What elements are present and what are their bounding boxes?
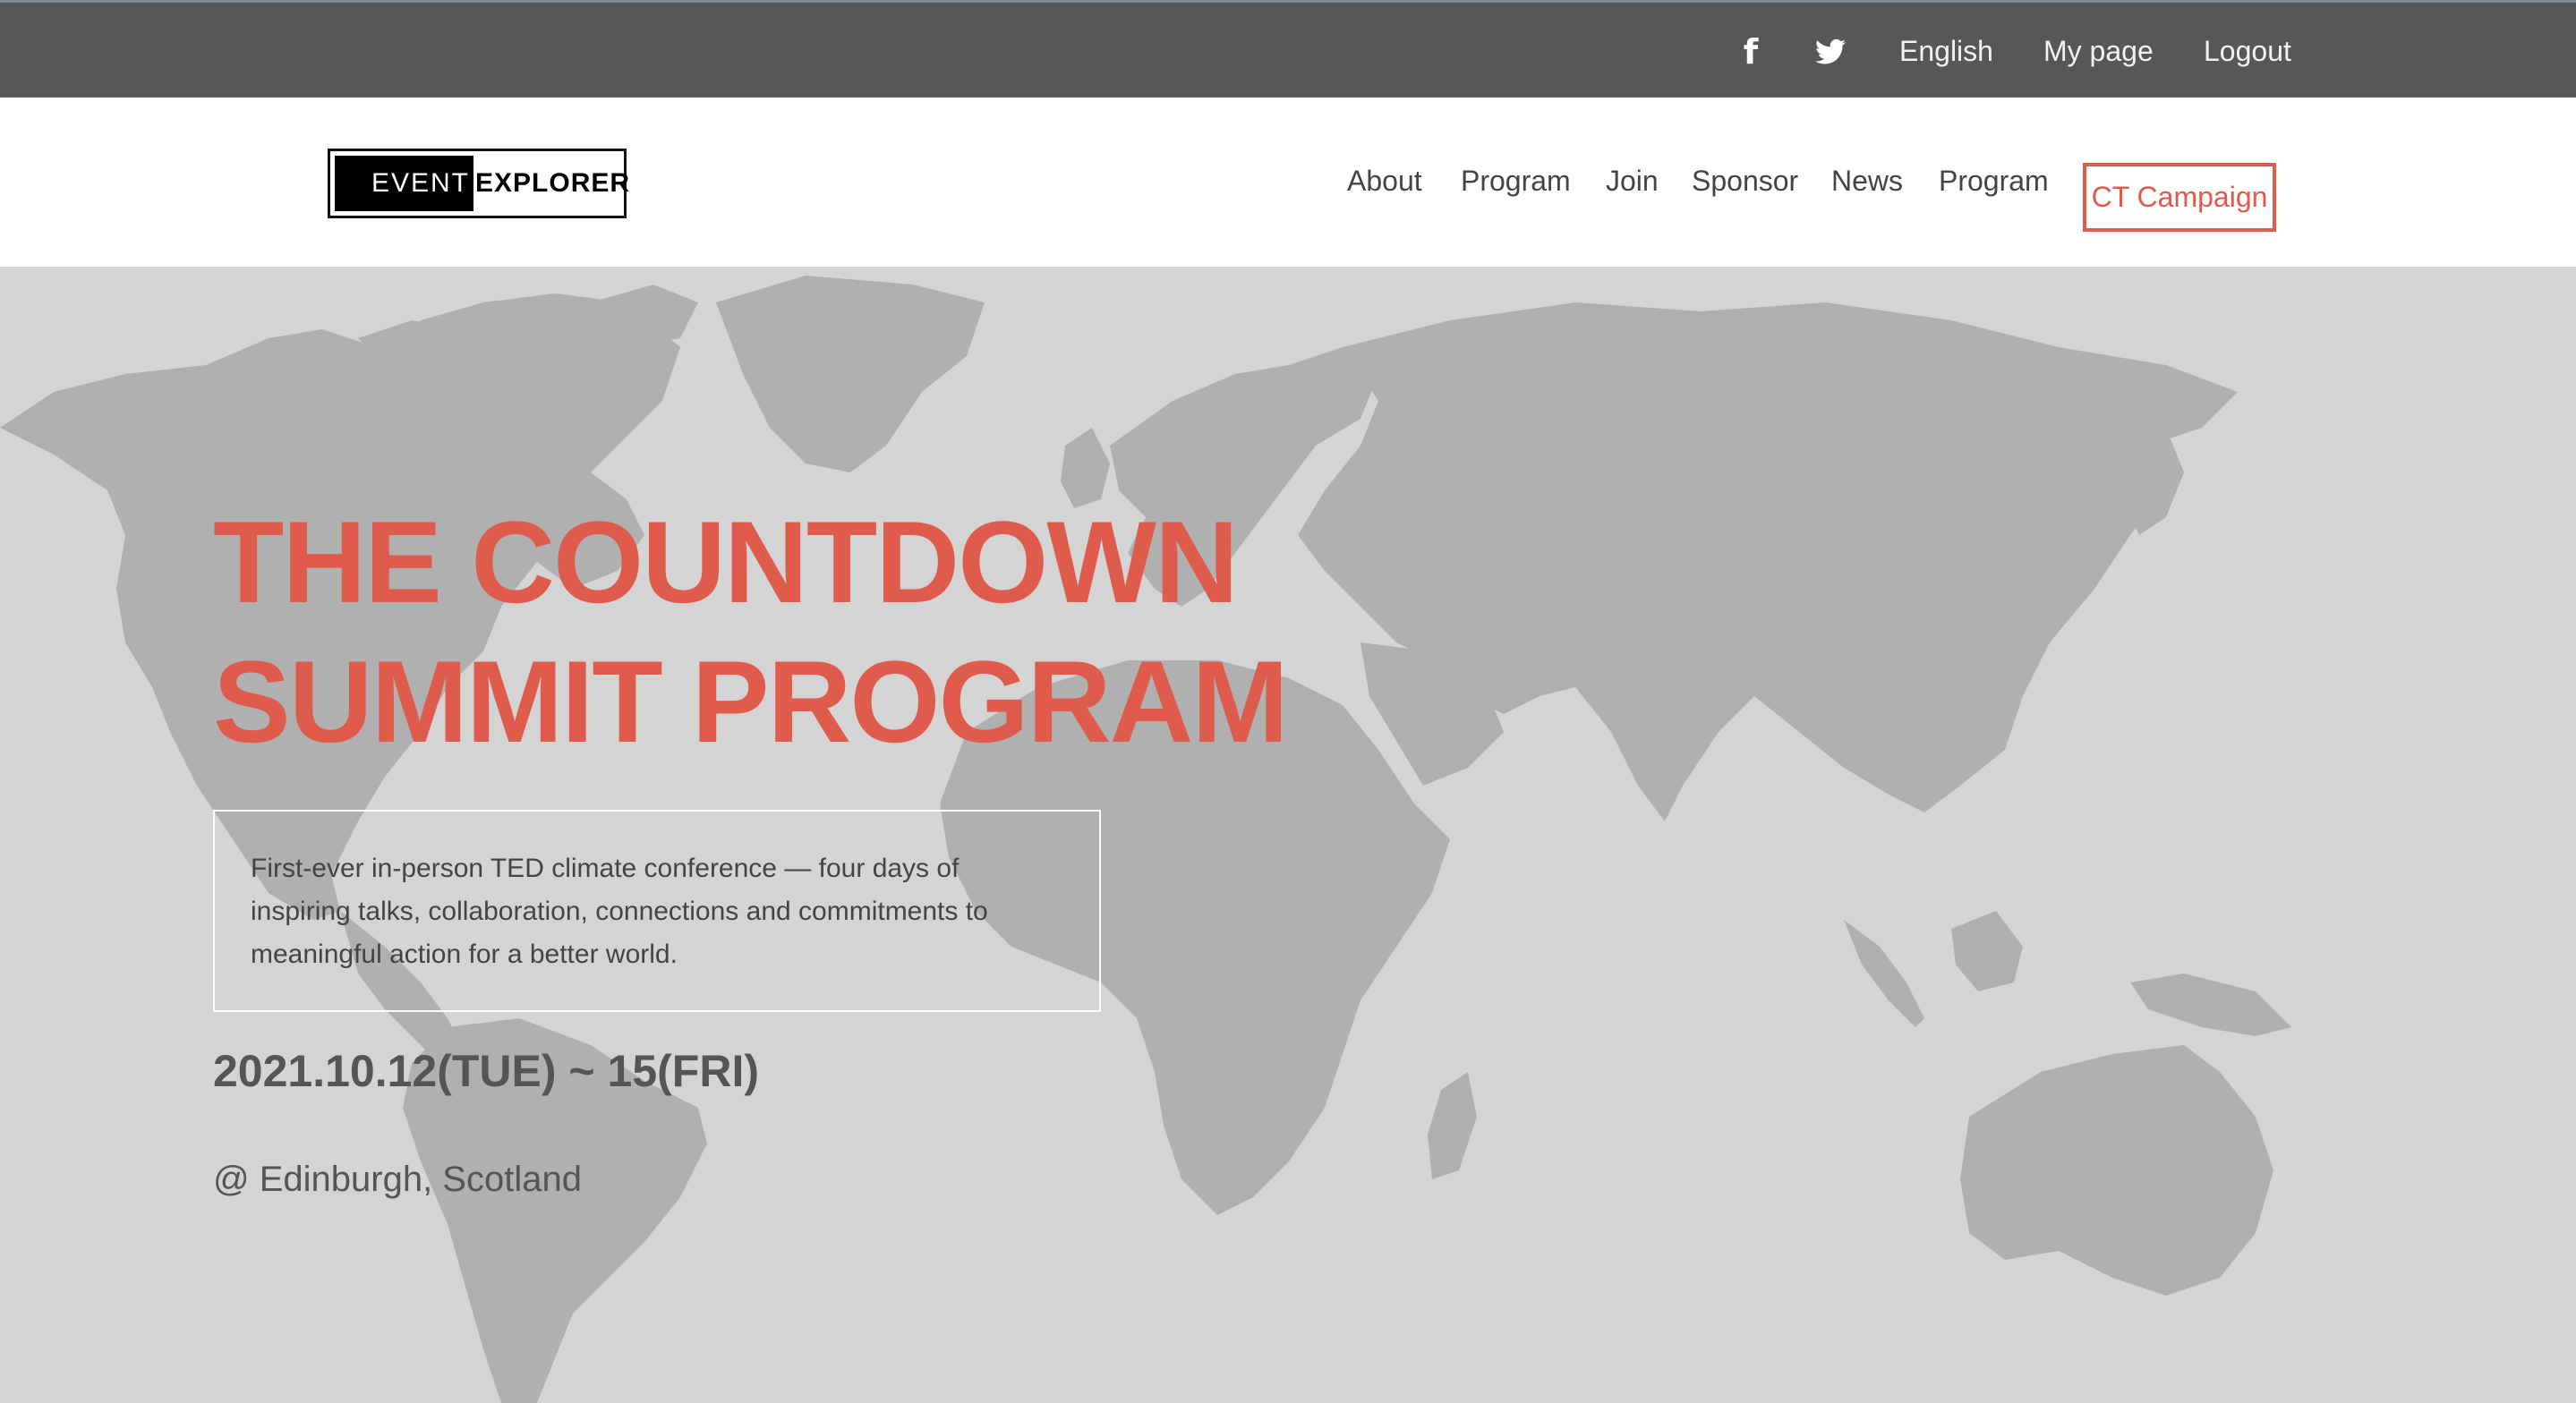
nav-news[interactable]: News (1831, 160, 1903, 201)
facebook-icon[interactable]: f (1740, 35, 1761, 69)
nav-program[interactable]: Program (1461, 160, 1571, 201)
nav-join[interactable]: Join (1606, 160, 1659, 201)
hero-title-line-1: THE COUNTDOWN (213, 497, 1239, 627)
event-date: 2021.10.12(TUE) ~ 15(FRI) (213, 1046, 759, 1096)
top-utility-bar: f English My page Logout (0, 0, 2576, 98)
logo-text-event: EVENT (335, 156, 473, 211)
main-header: EVENT EXPLORER About Program Join Sponso… (0, 98, 2576, 267)
hero-section: THE COUNTDOWN SUMMIT PROGRAM First-ever … (0, 267, 2576, 1403)
hero-title-line-2: SUMMIT PROGRAM (213, 636, 1289, 767)
language-selector[interactable]: English (1899, 31, 1993, 71)
event-description: First-ever in-person TED climate confere… (213, 810, 1101, 1012)
site-logo[interactable]: EVENT EXPLORER (328, 149, 631, 218)
ct-campaign-button[interactable]: CT Campaign (2083, 163, 2276, 232)
twitter-icon[interactable] (1815, 38, 1846, 65)
logo-text-explorer: EXPLORER (475, 168, 631, 198)
nav-about[interactable]: About (1347, 160, 1422, 201)
event-location: @ Edinburgh, Scotland (213, 1160, 582, 1199)
nav-sponsor[interactable]: Sponsor (1692, 160, 1798, 201)
nav-program-2[interactable]: Program (1939, 160, 2049, 201)
hero-title: THE COUNTDOWN SUMMIT PROGRAM (213, 492, 1466, 771)
logout-link[interactable]: Logout (2204, 31, 2291, 71)
my-page-link[interactable]: My page (2043, 31, 2154, 71)
